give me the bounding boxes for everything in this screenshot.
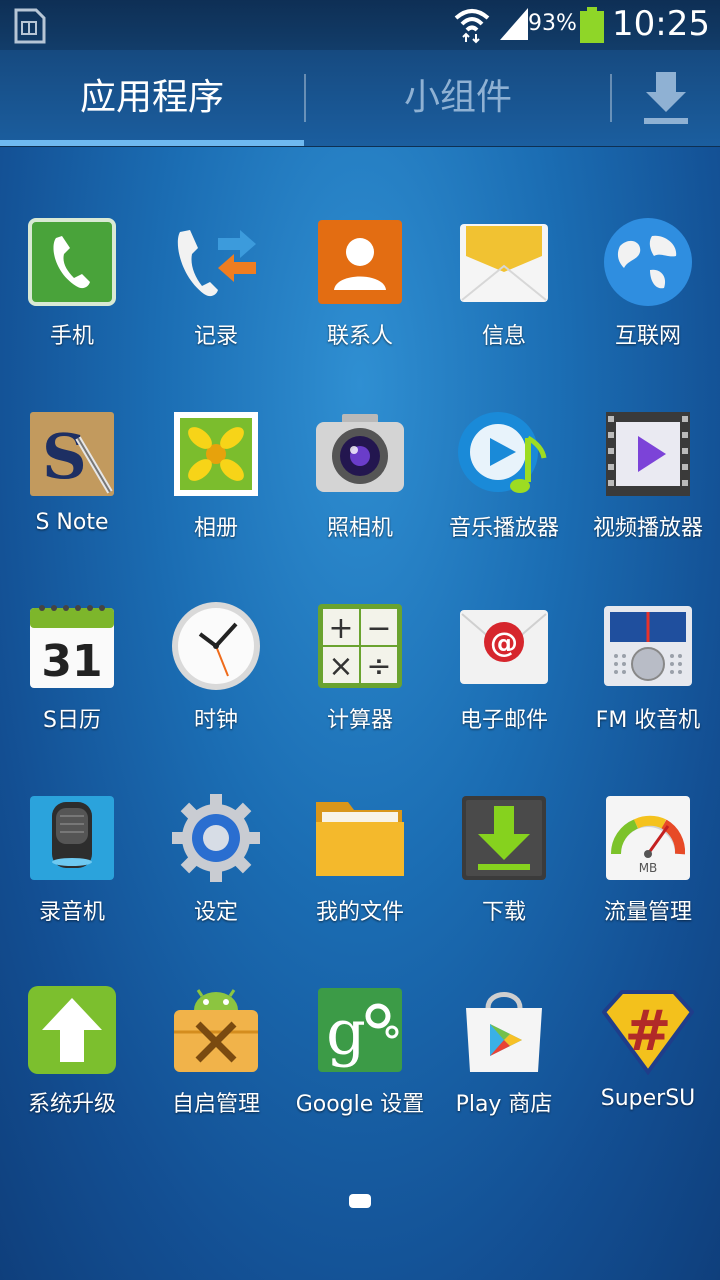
app-internet[interactable]: 互联网 bbox=[576, 146, 720, 349]
svg-text:g: g bbox=[326, 996, 366, 1069]
svg-text:S: S bbox=[42, 420, 87, 493]
svg-text:+: + bbox=[328, 611, 353, 646]
app-label: 自启管理 bbox=[171, 1092, 260, 1117]
app-google-settings[interactable]: g Google 设置 bbox=[288, 914, 432, 1117]
drawer-tabs: 应用程序 小组件 bbox=[0, 50, 720, 147]
settings-gear-icon bbox=[170, 792, 262, 884]
app-play-store[interactable]: Play 商店 bbox=[432, 914, 576, 1117]
email-icon: @ bbox=[458, 600, 550, 692]
battery-icon bbox=[580, 7, 604, 47]
app-messages[interactable]: 信息 bbox=[432, 146, 576, 349]
page-indicator[interactable] bbox=[349, 1194, 371, 1208]
calculator-icon: + − × ÷ bbox=[314, 600, 406, 692]
data-usage-gauge-icon: MB bbox=[602, 792, 694, 884]
tab-widgets[interactable]: 小组件 bbox=[306, 50, 610, 146]
app-downloads[interactable]: 下载 bbox=[432, 722, 576, 925]
download-icon bbox=[458, 792, 550, 884]
fm-radio-icon bbox=[602, 600, 694, 692]
clock-icon bbox=[170, 600, 262, 692]
app-gallery[interactable]: 相册 bbox=[144, 338, 288, 541]
messages-icon bbox=[458, 216, 550, 308]
app-my-files[interactable]: 我的文件 bbox=[288, 722, 432, 925]
call-log-icon bbox=[170, 216, 262, 308]
battery-percent: 93% bbox=[528, 11, 577, 36]
wifi-icon bbox=[452, 6, 492, 48]
globe-icon bbox=[602, 216, 694, 308]
app-fm-radio[interactable]: FM 收音机 bbox=[576, 530, 720, 733]
app-email[interactable]: @ 电子邮件 bbox=[432, 530, 576, 733]
app-system-update[interactable]: 系统升级 bbox=[0, 914, 144, 1117]
gallery-icon bbox=[170, 408, 262, 500]
svg-text:@: @ bbox=[490, 626, 518, 659]
camera-icon bbox=[314, 408, 406, 500]
app-voice-recorder[interactable]: 录音机 bbox=[0, 722, 144, 925]
status-bar: 93% 10:25 bbox=[0, 0, 720, 50]
video-player-icon bbox=[602, 408, 694, 500]
app-call-log[interactable]: 记录 bbox=[144, 146, 288, 349]
downloaded-apps-button[interactable] bbox=[612, 50, 720, 146]
app-clock[interactable]: 时钟 bbox=[144, 530, 288, 733]
gauge-unit: MB bbox=[639, 861, 658, 875]
sim-card-icon bbox=[12, 8, 46, 48]
svg-text:#: # bbox=[625, 999, 672, 1064]
app-calculator[interactable]: + − × ÷ 计算器 bbox=[288, 530, 432, 733]
play-store-icon bbox=[458, 984, 550, 1076]
music-player-icon bbox=[458, 408, 550, 500]
app-camera[interactable]: 照相机 bbox=[288, 338, 432, 541]
system-update-icon bbox=[26, 984, 118, 1076]
app-contacts[interactable]: 联系人 bbox=[288, 146, 432, 349]
autostart-manager-icon bbox=[170, 984, 262, 1076]
tab-apps[interactable]: 应用程序 bbox=[0, 50, 304, 146]
app-settings[interactable]: 设定 bbox=[144, 722, 288, 925]
app-label: 系统升级 bbox=[27, 1092, 116, 1117]
app-s-note[interactable]: S S Note bbox=[0, 338, 144, 535]
contacts-icon bbox=[314, 216, 406, 308]
app-phone[interactable]: 手机 bbox=[0, 146, 144, 349]
cell-signal-icon bbox=[500, 8, 528, 44]
app-label: Play 商店 bbox=[455, 1092, 553, 1117]
app-data-usage[interactable]: MB 流量管理 bbox=[576, 722, 720, 925]
svg-text:×: × bbox=[328, 649, 353, 684]
app-music-player[interactable]: 音乐播放器 bbox=[432, 338, 576, 541]
calendar-day: 31 bbox=[41, 636, 102, 687]
status-clock: 10:25 bbox=[612, 4, 710, 44]
app-label: SuperSU bbox=[600, 1086, 696, 1111]
svg-text:÷: ÷ bbox=[366, 649, 391, 684]
supersu-icon: # bbox=[601, 984, 695, 1076]
download-arrow-icon bbox=[644, 72, 688, 124]
svg-text:−: − bbox=[366, 611, 391, 646]
calendar-icon: 31 bbox=[26, 600, 118, 692]
app-autostart-manager[interactable]: 自启管理 bbox=[144, 914, 288, 1117]
app-label: Google 设置 bbox=[295, 1092, 425, 1117]
app-video-player[interactable]: 视频播放器 bbox=[576, 338, 720, 541]
app-s-calendar[interactable]: 31 S日历 bbox=[0, 530, 144, 733]
phone-icon bbox=[26, 216, 118, 308]
folder-icon bbox=[314, 792, 406, 884]
s-note-icon: S bbox=[26, 408, 118, 500]
google-settings-icon: g bbox=[314, 984, 406, 1076]
voice-recorder-icon bbox=[26, 792, 118, 884]
app-supersu[interactable]: # SuperSU bbox=[576, 914, 720, 1111]
